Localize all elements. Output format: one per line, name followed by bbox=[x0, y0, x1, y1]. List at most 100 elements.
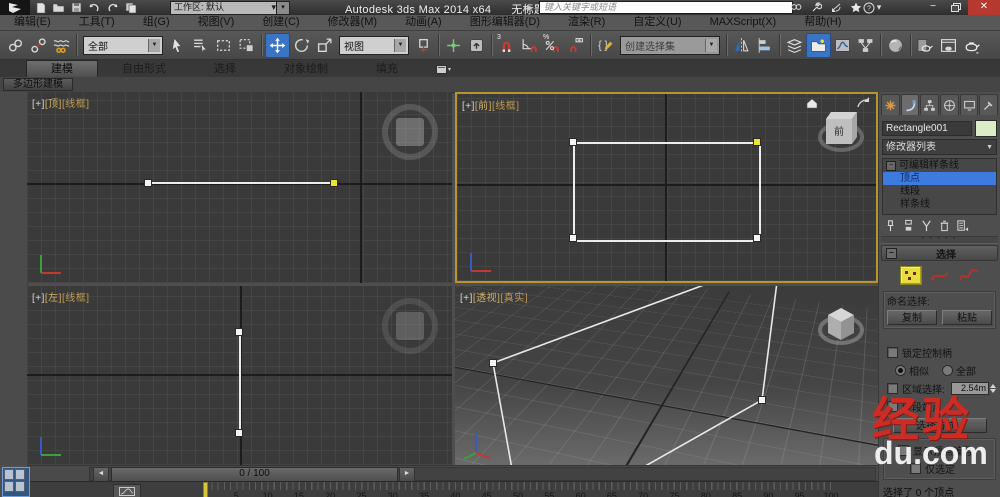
named-selection-sets-dropdown[interactable]: 创建选择集▼ bbox=[620, 36, 720, 55]
menu-item[interactable]: 工具(T) bbox=[65, 15, 129, 30]
close-button[interactable]: ✕ bbox=[968, 0, 1000, 15]
curve-editor-icon[interactable] bbox=[831, 34, 854, 57]
menu-item[interactable]: 自定义(U) bbox=[619, 15, 695, 30]
menu-item[interactable]: 渲染(R) bbox=[554, 15, 619, 30]
angle-snap-icon[interactable] bbox=[518, 34, 541, 57]
polygon-modeling-panel-button[interactable]: 多边形建模 bbox=[3, 78, 73, 91]
mini-curve-editor-button[interactable] bbox=[113, 484, 141, 497]
keyboard-shortcut-override-icon[interactable] bbox=[465, 34, 488, 57]
vertex-handle[interactable] bbox=[236, 329, 242, 335]
viewport-perspective[interactable]: [+][透视][真实] bbox=[455, 286, 878, 465]
similar-radio[interactable] bbox=[895, 365, 906, 376]
reference-coordinate-dropdown[interactable]: 视图▼ bbox=[339, 36, 409, 55]
stack-subobject-row[interactable]: 线段 bbox=[883, 185, 996, 198]
object-color-swatch[interactable] bbox=[975, 120, 997, 137]
track-bar[interactable]: 5101520253035404550556065707580859095100 bbox=[27, 481, 878, 497]
vertex-handle[interactable] bbox=[490, 360, 496, 366]
select-and-scale-icon[interactable] bbox=[313, 34, 336, 57]
wrench-icon[interactable] bbox=[809, 1, 823, 14]
copy-button[interactable]: 复制 bbox=[887, 310, 937, 325]
undo-icon[interactable] bbox=[88, 1, 101, 14]
toggle-ribbon-icon[interactable] bbox=[806, 33, 831, 58]
ribbon-tab[interactable]: 自由形式 bbox=[98, 61, 190, 77]
viewport-top-label[interactable]: [+][顶][线框] bbox=[32, 95, 90, 110]
viewcube[interactable] bbox=[382, 104, 438, 160]
viewport-perspective-label[interactable]: [+][透视][真实] bbox=[460, 289, 528, 304]
viewport-top[interactable]: [+][顶][线框] bbox=[27, 92, 452, 283]
select-and-link-icon[interactable] bbox=[4, 34, 27, 57]
vertex-handle[interactable] bbox=[236, 430, 242, 436]
menu-item[interactable]: 编辑(E) bbox=[0, 15, 65, 30]
menu-item[interactable]: 视图(V) bbox=[184, 15, 249, 30]
time-slider-handle[interactable]: 0 / 100 bbox=[111, 467, 398, 482]
ribbon-tab[interactable]: 建模 bbox=[26, 60, 98, 77]
viewcube[interactable]: 前 bbox=[818, 106, 864, 158]
stack-subobject-row[interactable]: 样条线 bbox=[883, 198, 996, 211]
new-scene-icon[interactable] bbox=[34, 1, 47, 14]
edit-named-selection-sets-icon[interactable]: { } bbox=[594, 34, 617, 57]
material-editor-icon[interactable] bbox=[884, 34, 907, 57]
spline-segment[interactable] bbox=[148, 182, 334, 184]
selection-filter-dropdown[interactable]: 全部▼ bbox=[83, 36, 163, 55]
render-production-icon[interactable] bbox=[960, 34, 983, 57]
ribbon-tab[interactable]: 填充 bbox=[352, 61, 422, 77]
remove-modifier-icon[interactable] bbox=[938, 219, 951, 232]
lock-handles-checkbox[interactable] bbox=[887, 347, 898, 358]
use-pivot-point-center-icon[interactable] bbox=[412, 34, 435, 57]
project-folder-icon[interactable] bbox=[124, 1, 137, 14]
percent-snap-icon[interactable]: % bbox=[541, 34, 564, 57]
application-menu-button[interactable] bbox=[0, 0, 30, 15]
search-input[interactable]: 键入关键字或短语 bbox=[539, 1, 793, 14]
pin-stack-icon[interactable] bbox=[884, 219, 897, 232]
select-object-icon[interactable] bbox=[166, 34, 189, 57]
rendered-frame-window-icon[interactable] bbox=[937, 34, 960, 57]
spinner-snap-icon[interactable] bbox=[564, 34, 587, 57]
stack-subobject-row[interactable]: 顶点 bbox=[883, 172, 996, 185]
vertex-handle[interactable] bbox=[759, 397, 765, 403]
spline-rectangle[interactable] bbox=[573, 142, 761, 242]
spline-mode-button[interactable] bbox=[958, 268, 980, 284]
object-name-field[interactable]: Rectangle001 bbox=[882, 121, 972, 136]
ribbon-minimize-icon[interactable] bbox=[436, 64, 462, 74]
unlink-selection-icon[interactable] bbox=[27, 34, 50, 57]
spline-rectangle-perspective[interactable] bbox=[455, 286, 878, 465]
viewcube-home-icon[interactable] bbox=[806, 98, 818, 109]
vertex-mode-button[interactable] bbox=[900, 266, 922, 285]
all-radio[interactable] bbox=[942, 365, 953, 376]
select-and-manipulate-icon[interactable] bbox=[442, 34, 465, 57]
viewport-left[interactable]: [+][左][线框] bbox=[27, 286, 452, 465]
render-setup-icon[interactable] bbox=[914, 34, 937, 57]
menu-item[interactable]: MAXScript(X) bbox=[696, 15, 791, 30]
redo-icon[interactable] bbox=[106, 1, 119, 14]
rectangular-selection-region-icon[interactable] bbox=[212, 34, 235, 57]
make-unique-icon[interactable] bbox=[920, 219, 933, 232]
display-tab-icon[interactable] bbox=[960, 94, 979, 115]
collapse-icon[interactable]: − bbox=[886, 161, 896, 171]
spline-segment[interactable] bbox=[239, 332, 241, 433]
bind-to-space-warp-icon[interactable] bbox=[50, 34, 73, 57]
maximize-button[interactable] bbox=[946, 0, 966, 15]
select-by-name-icon[interactable] bbox=[189, 34, 212, 57]
vertex-handle[interactable] bbox=[570, 235, 576, 241]
vertex-handle[interactable] bbox=[145, 180, 151, 186]
menu-item[interactable]: 图形编辑器(D) bbox=[456, 15, 554, 30]
modifier-list-dropdown[interactable]: 修改器列表▼ bbox=[882, 139, 997, 155]
window-crossing-icon[interactable] bbox=[235, 34, 258, 57]
modify-tab-icon[interactable] bbox=[901, 94, 920, 115]
modifier-stack[interactable]: − 可编辑样条线 顶点线段样条线 bbox=[882, 158, 997, 215]
ribbon-tab[interactable]: 选择 bbox=[190, 61, 260, 77]
current-frame-marker[interactable] bbox=[203, 482, 208, 497]
viewcube[interactable] bbox=[382, 298, 438, 354]
utilities-tab-icon[interactable] bbox=[979, 94, 998, 115]
menu-item[interactable]: 动画(A) bbox=[391, 15, 456, 30]
select-and-rotate-icon[interactable] bbox=[290, 34, 313, 57]
viewport-layout-button[interactable] bbox=[2, 467, 30, 497]
viewport-front[interactable]: [+][前][线框] 前 bbox=[455, 92, 878, 283]
paste-button[interactable]: 粘贴 bbox=[942, 310, 992, 325]
menu-item[interactable]: 修改器(M) bbox=[314, 15, 392, 30]
selection-rollout-header[interactable]: − 选择 bbox=[881, 245, 998, 261]
next-frame-button[interactable]: ► bbox=[399, 467, 415, 482]
segment-mode-button[interactable] bbox=[930, 268, 950, 284]
workspace-dropdown[interactable]: 工作区: 默认▾ bbox=[170, 1, 280, 15]
menu-item[interactable]: 创建(C) bbox=[248, 15, 313, 30]
